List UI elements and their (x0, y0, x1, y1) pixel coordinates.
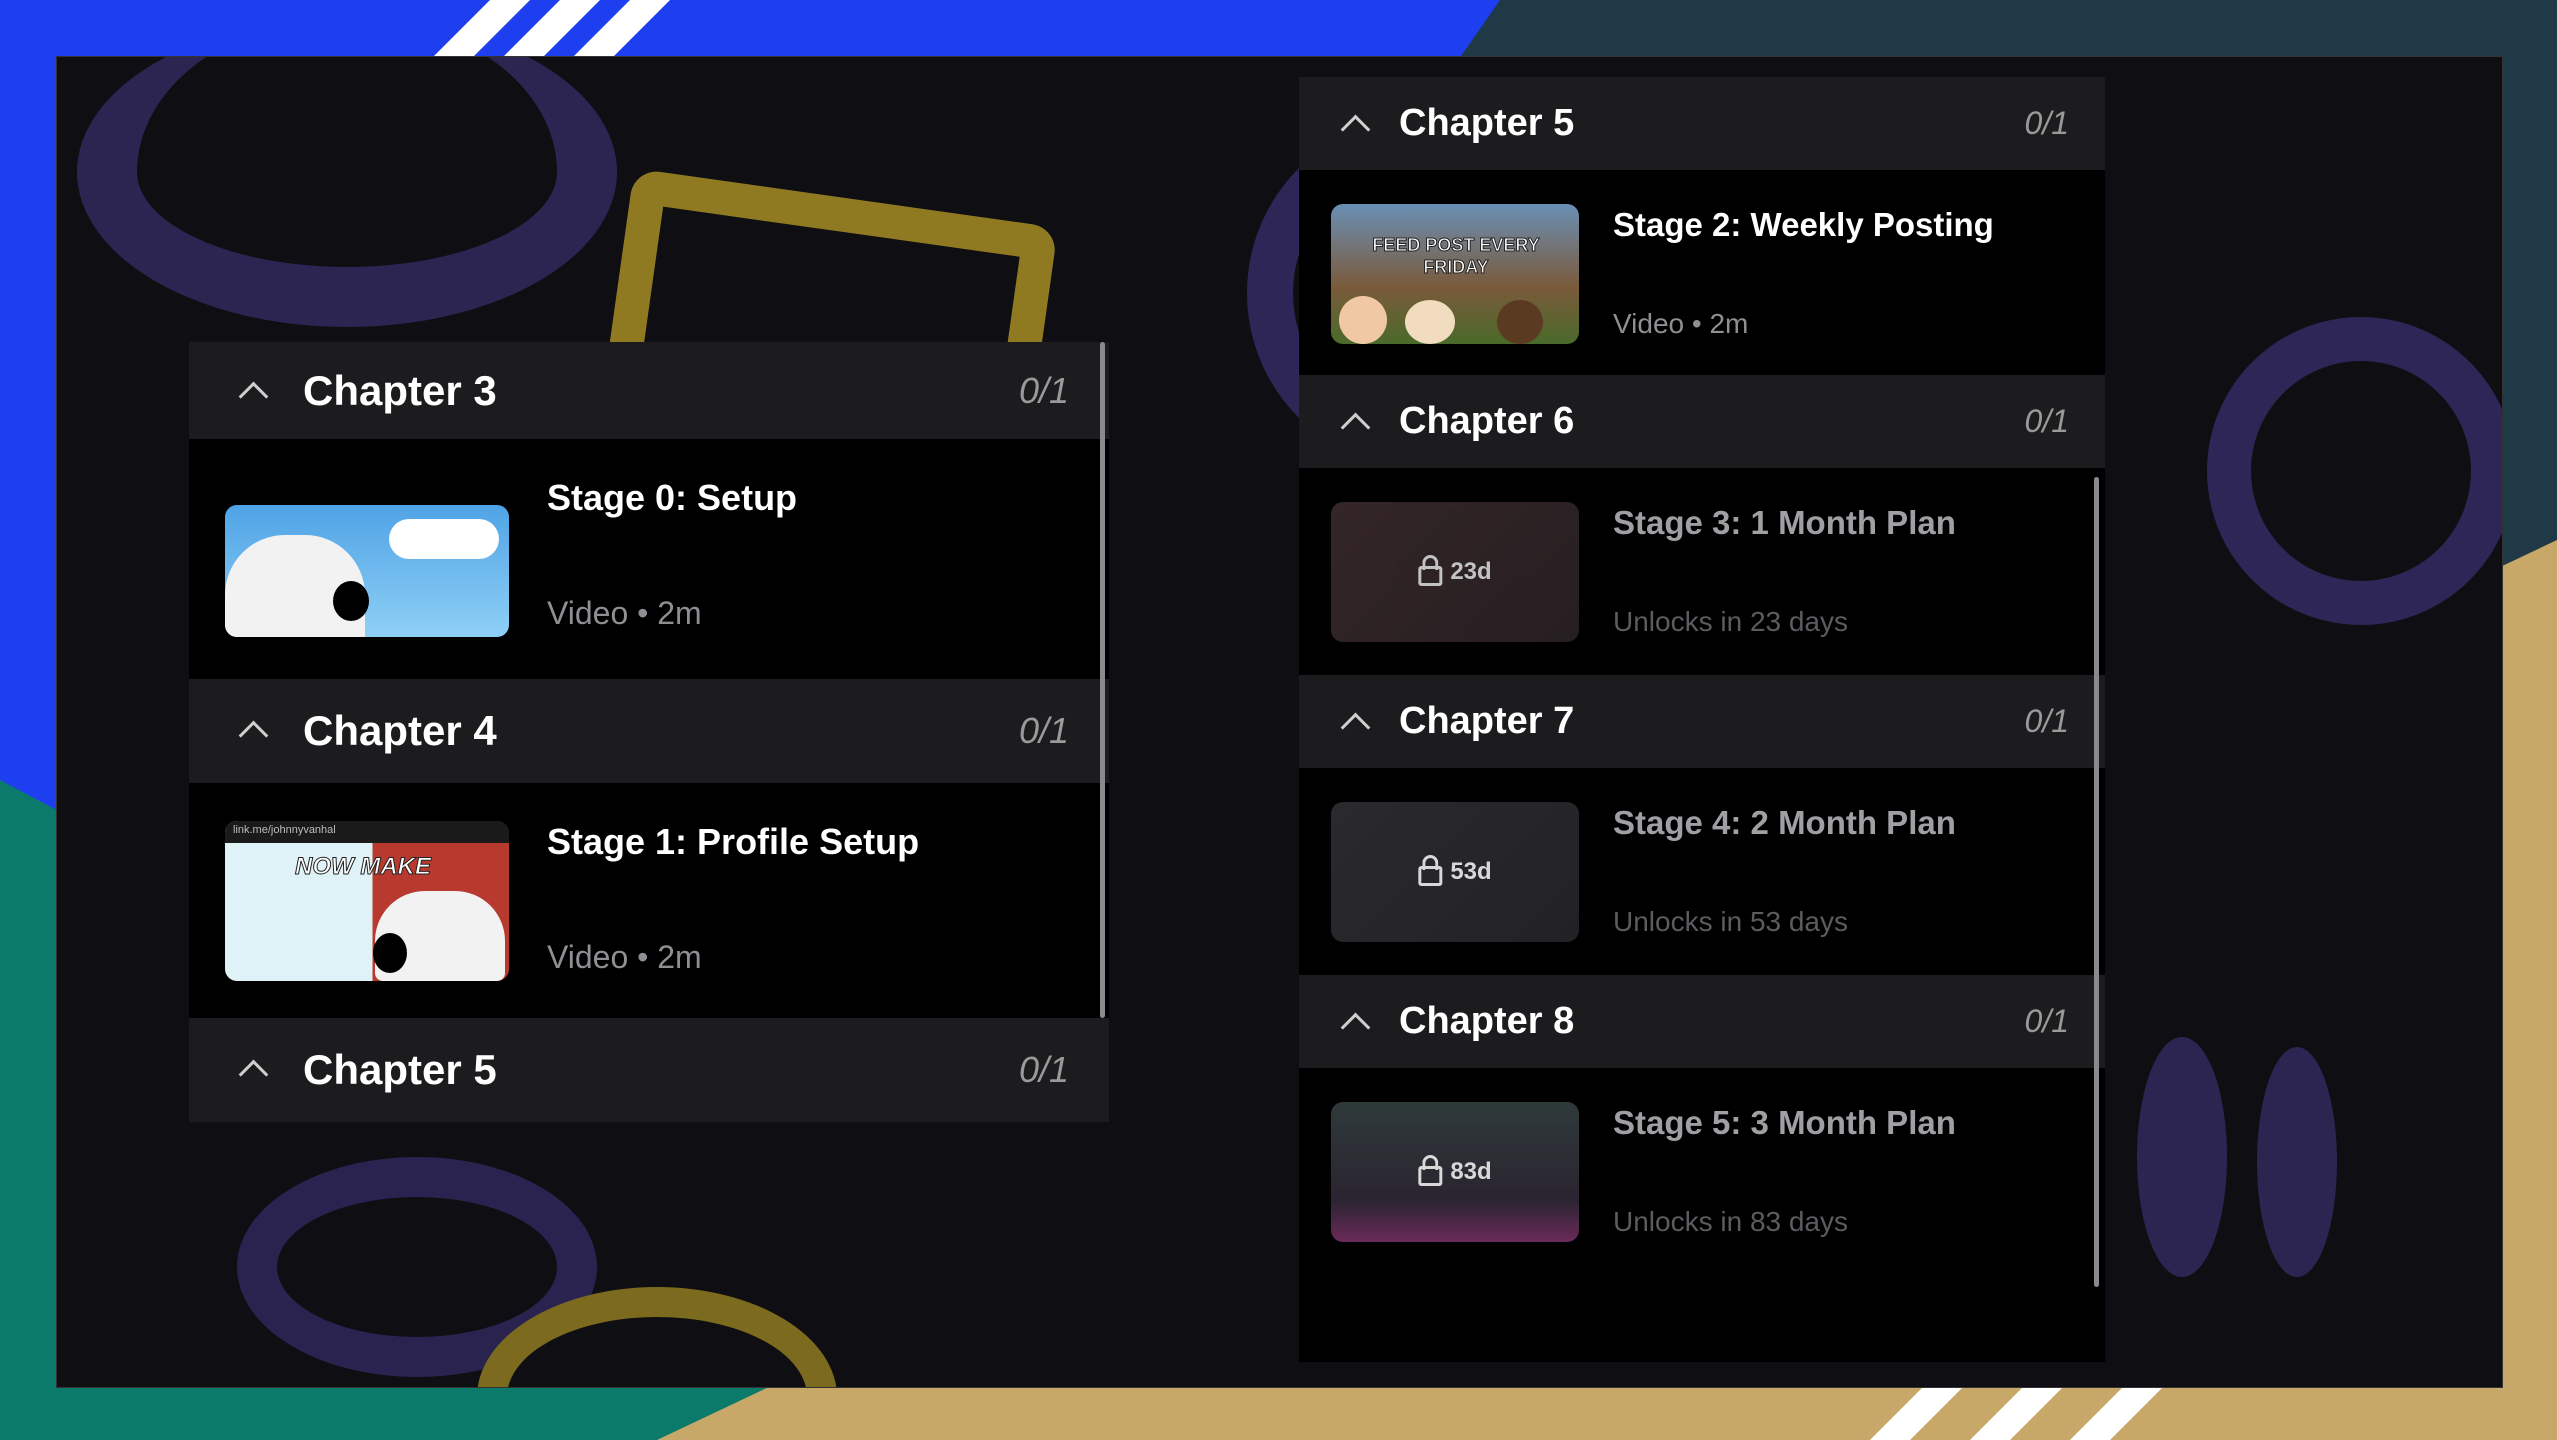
lesson-title: Stage 2: Weekly Posting (1613, 206, 1994, 243)
lesson-meta: Video • 2m (547, 595, 702, 631)
lock-badge: 83d (1418, 1155, 1492, 1186)
thumb-caption: NOW MAKE (295, 853, 432, 881)
lesson-meta: Unlocks in 23 days (1613, 606, 1849, 637)
chapter-list-left[interactable]: Chapter 3 0/1 Stage 0: Setup Video • 2m … (189, 342, 1109, 1122)
lesson-thumbnail: link.me/johnnyvanhal NOW MAKE (225, 821, 509, 981)
chapter-title: Chapter 8 (1399, 1000, 1575, 1042)
lesson-item[interactable]: Stage 0: Setup Video • 2m (189, 439, 1109, 679)
app-canvas: Chapter 3 0/1 Stage 0: Setup Video • 2m … (56, 56, 2503, 1388)
lock-badge: 53d (1418, 855, 1492, 886)
chevron-up-icon (238, 381, 269, 412)
chapter-header[interactable]: Chapter 8 0/1 (1299, 975, 2105, 1070)
lesson-thumbnail: 53d (1331, 802, 1579, 942)
lock-icon (1418, 555, 1443, 586)
lesson-thumbnail: 23d (1331, 502, 1579, 642)
chapter-title: Chapter 4 (303, 707, 497, 754)
chapter-title: Chapter 7 (1399, 700, 1575, 742)
chapter-header[interactable]: Chapter 5 0/1 (1299, 77, 2105, 172)
lock-days: 23d (1450, 558, 1492, 585)
chapter-progress: 0/1 (1018, 369, 1069, 411)
chevron-up-icon (1340, 1012, 1371, 1043)
lesson-item-locked[interactable]: 23d Stage 3: 1 Month Plan Unlocks in 23 … (1299, 468, 2105, 675)
lesson-title: Stage 1: Profile Setup (547, 821, 920, 862)
chevron-up-icon (1340, 712, 1371, 743)
lesson-title: Stage 5: 3 Month Plan (1613, 1104, 1956, 1141)
chapter-progress: 0/1 (2024, 105, 2069, 141)
chapter-title: Chapter 5 (1399, 102, 1575, 144)
lock-icon (1418, 855, 1443, 886)
chapter-header[interactable]: Chapter 5 0/1 (189, 1018, 1109, 1122)
chapter-title: Chapter 6 (1399, 400, 1575, 442)
chapter-header[interactable]: Chapter 6 0/1 (1299, 375, 2105, 470)
scrollbar[interactable] (2094, 477, 2099, 1287)
thumb-handle: link.me/johnnyvanhal (233, 824, 336, 836)
lesson-meta: Unlocks in 83 days (1613, 1206, 1849, 1237)
chevron-up-icon (1340, 412, 1371, 443)
thumb-character (1339, 296, 1387, 344)
lock-days: 83d (1450, 1158, 1492, 1185)
thumb-nose (373, 933, 407, 973)
chapter-list-right[interactable]: Chapter 5 0/1 FEED POST EVERY FRIDAY Sta… (1299, 77, 2105, 1362)
scrollbar[interactable] (1100, 342, 1105, 1018)
lesson-title: Stage 3: 1 Month Plan (1613, 504, 1956, 541)
lesson-title: Stage 4: 2 Month Plan (1613, 804, 1956, 841)
chapter-title: Chapter 5 (303, 1046, 497, 1093)
chevron-up-icon (238, 720, 269, 751)
chapter-progress: 0/1 (2024, 1003, 2069, 1039)
thumb-nose (333, 581, 369, 621)
lesson-item[interactable]: link.me/johnnyvanhal NOW MAKE Stage 1: P… (189, 783, 1109, 1018)
chapter-progress: 0/1 (1018, 710, 1069, 751)
chapter-header[interactable]: Chapter 7 0/1 (1299, 675, 2105, 770)
lesson-item-locked[interactable]: 53d Stage 4: 2 Month Plan Unlocks in 53 … (1299, 768, 2105, 975)
lesson-thumbnail: FEED POST EVERY FRIDAY (1331, 204, 1579, 344)
purple-doodle (2207, 317, 2502, 625)
lesson-item[interactable]: FEED POST EVERY FRIDAY Stage 2: Weekly P… (1299, 170, 2105, 375)
thumb-character (1405, 300, 1455, 344)
chevron-up-icon (238, 1059, 269, 1090)
chapter-header[interactable]: Chapter 4 0/1 (189, 679, 1109, 785)
chapter-progress: 0/1 (2024, 703, 2069, 739)
thumb-cloud (389, 519, 499, 559)
lesson-meta: Video • 2m (547, 939, 702, 975)
chapter-title: Chapter 3 (303, 366, 497, 414)
chapter-progress: 0/1 (2024, 403, 2069, 439)
chapter-progress: 0/1 (1018, 1049, 1069, 1090)
lesson-meta: Unlocks in 53 days (1613, 906, 1849, 937)
lesson-thumbnail (225, 505, 509, 637)
purple-doodle (2137, 1037, 2227, 1277)
thumb-caption: FEED POST EVERY FRIDAY (1372, 235, 1540, 278)
purple-doodle (77, 57, 617, 327)
lock-icon (1418, 1155, 1443, 1186)
lesson-item-locked[interactable]: 83d Stage 5: 3 Month Plan Unlocks in 83 … (1299, 1068, 2105, 1275)
lesson-thumbnail: 83d (1331, 1102, 1579, 1242)
chapter-header[interactable]: Chapter 3 0/1 (189, 342, 1109, 441)
lock-badge: 23d (1418, 555, 1492, 586)
thumb-character (1497, 300, 1543, 344)
lesson-meta: Video • 2m (1613, 308, 1749, 339)
purple-doodle (2257, 1047, 2337, 1277)
chevron-up-icon (1340, 114, 1371, 145)
lesson-title: Stage 0: Setup (547, 477, 798, 518)
lock-days: 53d (1450, 858, 1492, 885)
